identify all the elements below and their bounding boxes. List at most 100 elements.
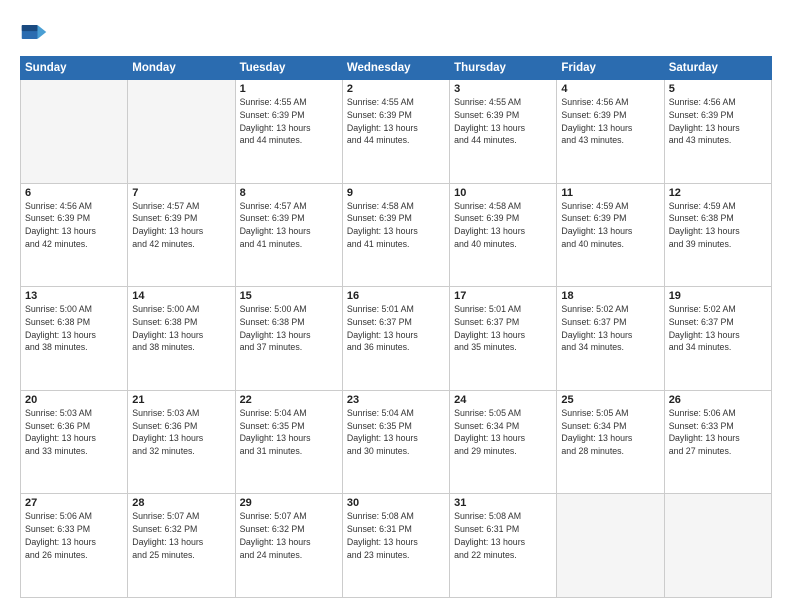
day-info: Sunrise: 5:07 AM Sunset: 6:32 PM Dayligh… <box>240 510 338 561</box>
day-number: 13 <box>25 290 123 302</box>
empty-cell <box>128 80 235 184</box>
day-cell-23: 23Sunrise: 5:04 AM Sunset: 6:35 PM Dayli… <box>342 390 449 494</box>
calendar-table: SundayMondayTuesdayWednesdayThursdayFrid… <box>20 56 772 598</box>
weekday-friday: Friday <box>557 57 664 80</box>
page: SundayMondayTuesdayWednesdayThursdayFrid… <box>0 0 792 612</box>
day-number: 27 <box>25 497 123 509</box>
day-number: 30 <box>347 497 445 509</box>
day-number: 4 <box>561 83 659 95</box>
day-cell-13: 13Sunrise: 5:00 AM Sunset: 6:38 PM Dayli… <box>21 287 128 391</box>
day-cell-31: 31Sunrise: 5:08 AM Sunset: 6:31 PM Dayli… <box>450 494 557 598</box>
day-cell-10: 10Sunrise: 4:58 AM Sunset: 6:39 PM Dayli… <box>450 183 557 287</box>
day-cell-28: 28Sunrise: 5:07 AM Sunset: 6:32 PM Dayli… <box>128 494 235 598</box>
day-info: Sunrise: 5:06 AM Sunset: 6:33 PM Dayligh… <box>25 510 123 561</box>
day-cell-9: 9Sunrise: 4:58 AM Sunset: 6:39 PM Daylig… <box>342 183 449 287</box>
day-number: 3 <box>454 83 552 95</box>
day-cell-21: 21Sunrise: 5:03 AM Sunset: 6:36 PM Dayli… <box>128 390 235 494</box>
day-number: 8 <box>240 187 338 199</box>
day-cell-11: 11Sunrise: 4:59 AM Sunset: 6:39 PM Dayli… <box>557 183 664 287</box>
week-row-1: 1Sunrise: 4:55 AM Sunset: 6:39 PM Daylig… <box>21 80 772 184</box>
week-row-2: 6Sunrise: 4:56 AM Sunset: 6:39 PM Daylig… <box>21 183 772 287</box>
day-info: Sunrise: 5:05 AM Sunset: 6:34 PM Dayligh… <box>454 407 552 458</box>
day-cell-5: 5Sunrise: 4:56 AM Sunset: 6:39 PM Daylig… <box>664 80 771 184</box>
day-cell-30: 30Sunrise: 5:08 AM Sunset: 6:31 PM Dayli… <box>342 494 449 598</box>
weekday-tuesday: Tuesday <box>235 57 342 80</box>
day-cell-24: 24Sunrise: 5:05 AM Sunset: 6:34 PM Dayli… <box>450 390 557 494</box>
day-number: 21 <box>132 394 230 406</box>
day-number: 9 <box>347 187 445 199</box>
day-cell-1: 1Sunrise: 4:55 AM Sunset: 6:39 PM Daylig… <box>235 80 342 184</box>
day-info: Sunrise: 4:59 AM Sunset: 6:39 PM Dayligh… <box>561 200 659 251</box>
day-cell-7: 7Sunrise: 4:57 AM Sunset: 6:39 PM Daylig… <box>128 183 235 287</box>
day-info: Sunrise: 5:07 AM Sunset: 6:32 PM Dayligh… <box>132 510 230 561</box>
day-info: Sunrise: 5:02 AM Sunset: 6:37 PM Dayligh… <box>561 303 659 354</box>
header <box>20 18 772 46</box>
day-info: Sunrise: 5:04 AM Sunset: 6:35 PM Dayligh… <box>240 407 338 458</box>
day-number: 14 <box>132 290 230 302</box>
day-number: 12 <box>669 187 767 199</box>
week-row-4: 20Sunrise: 5:03 AM Sunset: 6:36 PM Dayli… <box>21 390 772 494</box>
day-cell-6: 6Sunrise: 4:56 AM Sunset: 6:39 PM Daylig… <box>21 183 128 287</box>
weekday-thursday: Thursday <box>450 57 557 80</box>
day-info: Sunrise: 5:08 AM Sunset: 6:31 PM Dayligh… <box>347 510 445 561</box>
day-cell-3: 3Sunrise: 4:55 AM Sunset: 6:39 PM Daylig… <box>450 80 557 184</box>
week-row-5: 27Sunrise: 5:06 AM Sunset: 6:33 PM Dayli… <box>21 494 772 598</box>
day-number: 28 <box>132 497 230 509</box>
day-cell-20: 20Sunrise: 5:03 AM Sunset: 6:36 PM Dayli… <box>21 390 128 494</box>
day-number: 5 <box>669 83 767 95</box>
day-cell-15: 15Sunrise: 5:00 AM Sunset: 6:38 PM Dayli… <box>235 287 342 391</box>
day-cell-25: 25Sunrise: 5:05 AM Sunset: 6:34 PM Dayli… <box>557 390 664 494</box>
day-cell-17: 17Sunrise: 5:01 AM Sunset: 6:37 PM Dayli… <box>450 287 557 391</box>
day-info: Sunrise: 4:57 AM Sunset: 6:39 PM Dayligh… <box>240 200 338 251</box>
day-info: Sunrise: 4:55 AM Sunset: 6:39 PM Dayligh… <box>347 96 445 147</box>
day-number: 31 <box>454 497 552 509</box>
day-info: Sunrise: 4:56 AM Sunset: 6:39 PM Dayligh… <box>561 96 659 147</box>
day-info: Sunrise: 4:55 AM Sunset: 6:39 PM Dayligh… <box>454 96 552 147</box>
day-number: 22 <box>240 394 338 406</box>
day-number: 23 <box>347 394 445 406</box>
day-info: Sunrise: 4:57 AM Sunset: 6:39 PM Dayligh… <box>132 200 230 251</box>
empty-cell <box>557 494 664 598</box>
day-number: 1 <box>240 83 338 95</box>
day-info: Sunrise: 4:56 AM Sunset: 6:39 PM Dayligh… <box>25 200 123 251</box>
day-info: Sunrise: 4:59 AM Sunset: 6:38 PM Dayligh… <box>669 200 767 251</box>
day-info: Sunrise: 4:58 AM Sunset: 6:39 PM Dayligh… <box>347 200 445 251</box>
empty-cell <box>664 494 771 598</box>
day-number: 20 <box>25 394 123 406</box>
day-info: Sunrise: 4:55 AM Sunset: 6:39 PM Dayligh… <box>240 96 338 147</box>
day-info: Sunrise: 4:58 AM Sunset: 6:39 PM Dayligh… <box>454 200 552 251</box>
day-cell-16: 16Sunrise: 5:01 AM Sunset: 6:37 PM Dayli… <box>342 287 449 391</box>
day-number: 16 <box>347 290 445 302</box>
logo-icon <box>20 18 48 46</box>
day-cell-14: 14Sunrise: 5:00 AM Sunset: 6:38 PM Dayli… <box>128 287 235 391</box>
day-cell-18: 18Sunrise: 5:02 AM Sunset: 6:37 PM Dayli… <box>557 287 664 391</box>
day-cell-22: 22Sunrise: 5:04 AM Sunset: 6:35 PM Dayli… <box>235 390 342 494</box>
day-info: Sunrise: 5:02 AM Sunset: 6:37 PM Dayligh… <box>669 303 767 354</box>
day-cell-19: 19Sunrise: 5:02 AM Sunset: 6:37 PM Dayli… <box>664 287 771 391</box>
day-info: Sunrise: 5:03 AM Sunset: 6:36 PM Dayligh… <box>25 407 123 458</box>
empty-cell <box>21 80 128 184</box>
day-info: Sunrise: 5:00 AM Sunset: 6:38 PM Dayligh… <box>132 303 230 354</box>
weekday-wednesday: Wednesday <box>342 57 449 80</box>
day-info: Sunrise: 5:03 AM Sunset: 6:36 PM Dayligh… <box>132 407 230 458</box>
day-number: 2 <box>347 83 445 95</box>
logo <box>20 18 52 46</box>
day-number: 19 <box>669 290 767 302</box>
day-cell-12: 12Sunrise: 4:59 AM Sunset: 6:38 PM Dayli… <box>664 183 771 287</box>
day-cell-29: 29Sunrise: 5:07 AM Sunset: 6:32 PM Dayli… <box>235 494 342 598</box>
weekday-sunday: Sunday <box>21 57 128 80</box>
day-number: 25 <box>561 394 659 406</box>
day-info: Sunrise: 5:00 AM Sunset: 6:38 PM Dayligh… <box>25 303 123 354</box>
day-cell-8: 8Sunrise: 4:57 AM Sunset: 6:39 PM Daylig… <box>235 183 342 287</box>
day-number: 10 <box>454 187 552 199</box>
day-number: 17 <box>454 290 552 302</box>
day-info: Sunrise: 5:01 AM Sunset: 6:37 PM Dayligh… <box>347 303 445 354</box>
day-number: 18 <box>561 290 659 302</box>
weekday-saturday: Saturday <box>664 57 771 80</box>
day-number: 29 <box>240 497 338 509</box>
day-info: Sunrise: 5:01 AM Sunset: 6:37 PM Dayligh… <box>454 303 552 354</box>
day-cell-4: 4Sunrise: 4:56 AM Sunset: 6:39 PM Daylig… <box>557 80 664 184</box>
day-info: Sunrise: 5:06 AM Sunset: 6:33 PM Dayligh… <box>669 407 767 458</box>
day-number: 11 <box>561 187 659 199</box>
day-info: Sunrise: 5:04 AM Sunset: 6:35 PM Dayligh… <box>347 407 445 458</box>
